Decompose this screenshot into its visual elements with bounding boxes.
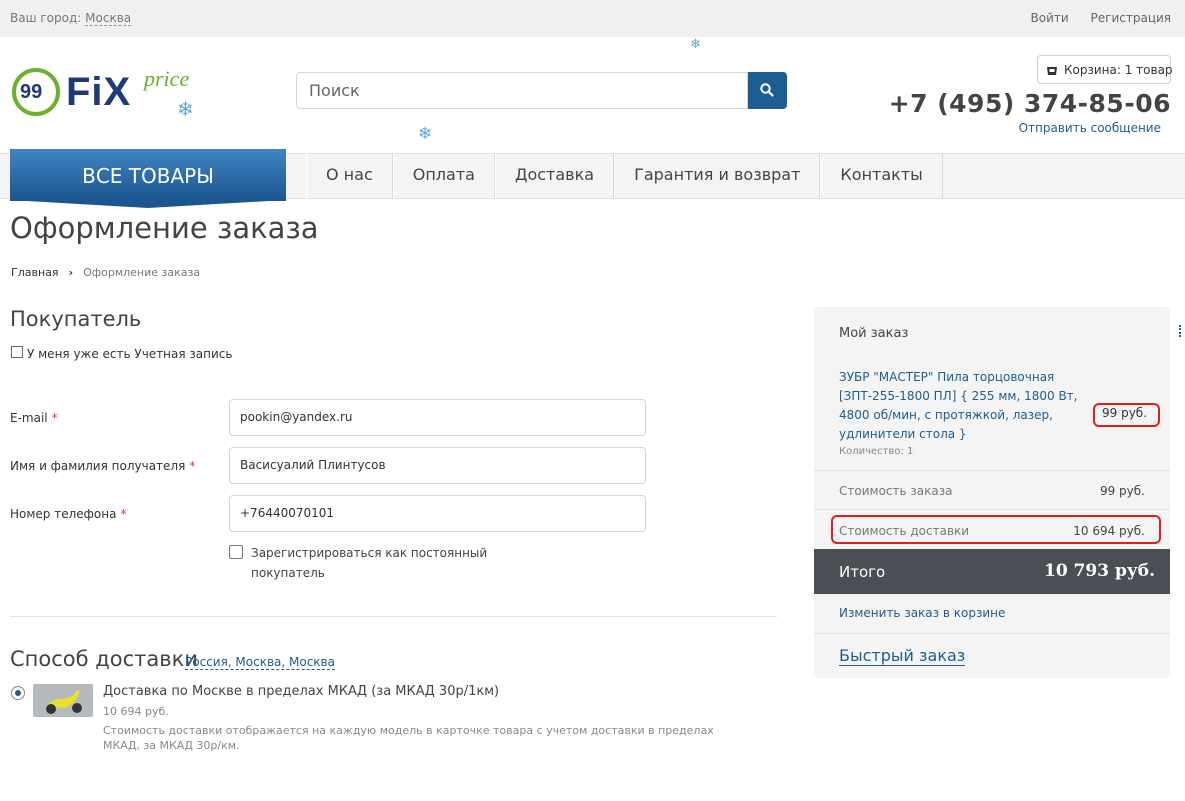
breadcrumb: Главная › Оформление заказа xyxy=(11,266,200,279)
logo-badge: 99 xyxy=(12,68,60,116)
all-goods-label: ВСЕ ТОВАРЫ xyxy=(82,164,214,188)
total-value: 10 793 руб. xyxy=(1043,561,1155,581)
divider xyxy=(814,509,1170,510)
page-title: Оформление заказа xyxy=(10,211,319,245)
highlight-delivery-cost xyxy=(831,515,1161,544)
delivery-option-radio[interactable] xyxy=(11,686,25,700)
divider xyxy=(814,470,1170,471)
buyer-heading: Покупатель xyxy=(10,307,142,331)
logo-brand-sub: price xyxy=(144,66,190,91)
delivery-option-description: Стоимость доставки отображается на кажду… xyxy=(103,724,714,752)
phone-label: Номер телефона * xyxy=(10,507,127,521)
city-selector: Ваш город: Москва xyxy=(10,11,132,26)
order-cost-value: 99 руб. xyxy=(1099,484,1145,498)
search-input[interactable] xyxy=(296,72,748,109)
divider xyxy=(10,616,777,617)
name-label: Имя и фамилия получателя * xyxy=(10,459,196,473)
city-link[interactable]: Москва xyxy=(85,11,132,26)
order-item-link[interactable]: ЗУБР "МАСТЕР" Пила торцовочная [ЗПТ-255-… xyxy=(839,368,1107,444)
nav-item-about[interactable]: О нас xyxy=(306,153,393,199)
search-bar xyxy=(296,72,787,109)
top-bar: Ваш город: Москва Войти Регистрация xyxy=(0,0,1185,37)
delivery-scooter-image xyxy=(33,684,93,717)
order-total: Итого 10 793 руб. xyxy=(814,549,1170,594)
cart-button[interactable]: Корзина: 1 товар xyxy=(1037,55,1173,84)
snowflake-icon: ❄ xyxy=(418,124,433,144)
register-link[interactable]: Регистрация xyxy=(1091,11,1171,25)
phone-number: +7 (495) 374-85-06 xyxy=(888,89,1171,118)
city-label: Ваш город: xyxy=(10,11,82,25)
register-checkbox[interactable] xyxy=(229,545,243,559)
login-link[interactable]: Войти xyxy=(1031,11,1069,25)
total-label: Итого xyxy=(839,563,886,581)
divider xyxy=(814,633,1170,634)
order-summary-title: Мой заказ xyxy=(839,326,909,341)
delivery-option-price: 10 694 руб. xyxy=(103,705,169,718)
order-item-quantity: Количество: 1 xyxy=(839,446,914,457)
highlight-item-price xyxy=(1093,403,1160,427)
quick-order-link[interactable]: Быстрый заказ xyxy=(839,647,966,666)
search-icon xyxy=(760,83,774,97)
name-field[interactable]: Васисуалий Плинтусов xyxy=(229,447,646,484)
register-label: Зарегистрироваться как постоянный покупа… xyxy=(251,546,488,580)
breadcrumb-current: Оформление заказа xyxy=(83,266,201,279)
delivery-heading: Способ доставки xyxy=(10,647,198,671)
logo-brand: FiX xyxy=(66,70,132,114)
edge-marker xyxy=(1179,325,1183,337)
edit-cart-link[interactable]: Изменить заказ в корзине xyxy=(839,606,1005,620)
have-account-checkbox[interactable] xyxy=(11,346,23,358)
nav-item-payment[interactable]: Оплата xyxy=(392,153,495,199)
order-cost-label: Стоимость заказа xyxy=(839,484,953,498)
phone-field[interactable]: +76440070101 xyxy=(229,495,646,532)
snowflake-icon: ❄ xyxy=(690,37,701,52)
auth-links: Войти Регистрация xyxy=(1013,11,1171,25)
nav-items: О нас Оплата Доставка Гарантия и возврат… xyxy=(306,153,943,199)
order-summary: Мой заказ ЗУБР "МАСТЕР" Пила торцовочная… xyxy=(814,307,1170,678)
send-message-link[interactable]: Отправить сообщение xyxy=(1019,121,1161,135)
site-logo[interactable]: 99 FiX price xyxy=(12,66,212,122)
nav-item-warranty[interactable]: Гарантия и возврат xyxy=(614,153,821,199)
nav-item-contacts[interactable]: Контакты xyxy=(820,153,943,199)
breadcrumb-home[interactable]: Главная xyxy=(11,266,59,279)
email-field[interactable]: pookin@yandex.ru xyxy=(229,399,646,436)
have-account-label: У меня уже есть Учетная запись xyxy=(27,347,233,361)
delivery-location-link[interactable]: Россия, Москва, Москва xyxy=(185,655,335,670)
nav-item-delivery[interactable]: Доставка xyxy=(494,153,615,199)
chevron-right-icon: › xyxy=(68,266,74,279)
basket-icon xyxy=(1047,67,1057,75)
search-button[interactable] xyxy=(748,72,787,109)
all-goods-button[interactable]: ВСЕ ТОВАРЫ xyxy=(10,149,286,209)
email-label: E-mail * xyxy=(10,411,58,425)
delivery-option-title: Доставка по Москве в пределах МКАД (за М… xyxy=(103,684,500,699)
cart-label: Корзина: 1 товар xyxy=(1064,63,1173,77)
